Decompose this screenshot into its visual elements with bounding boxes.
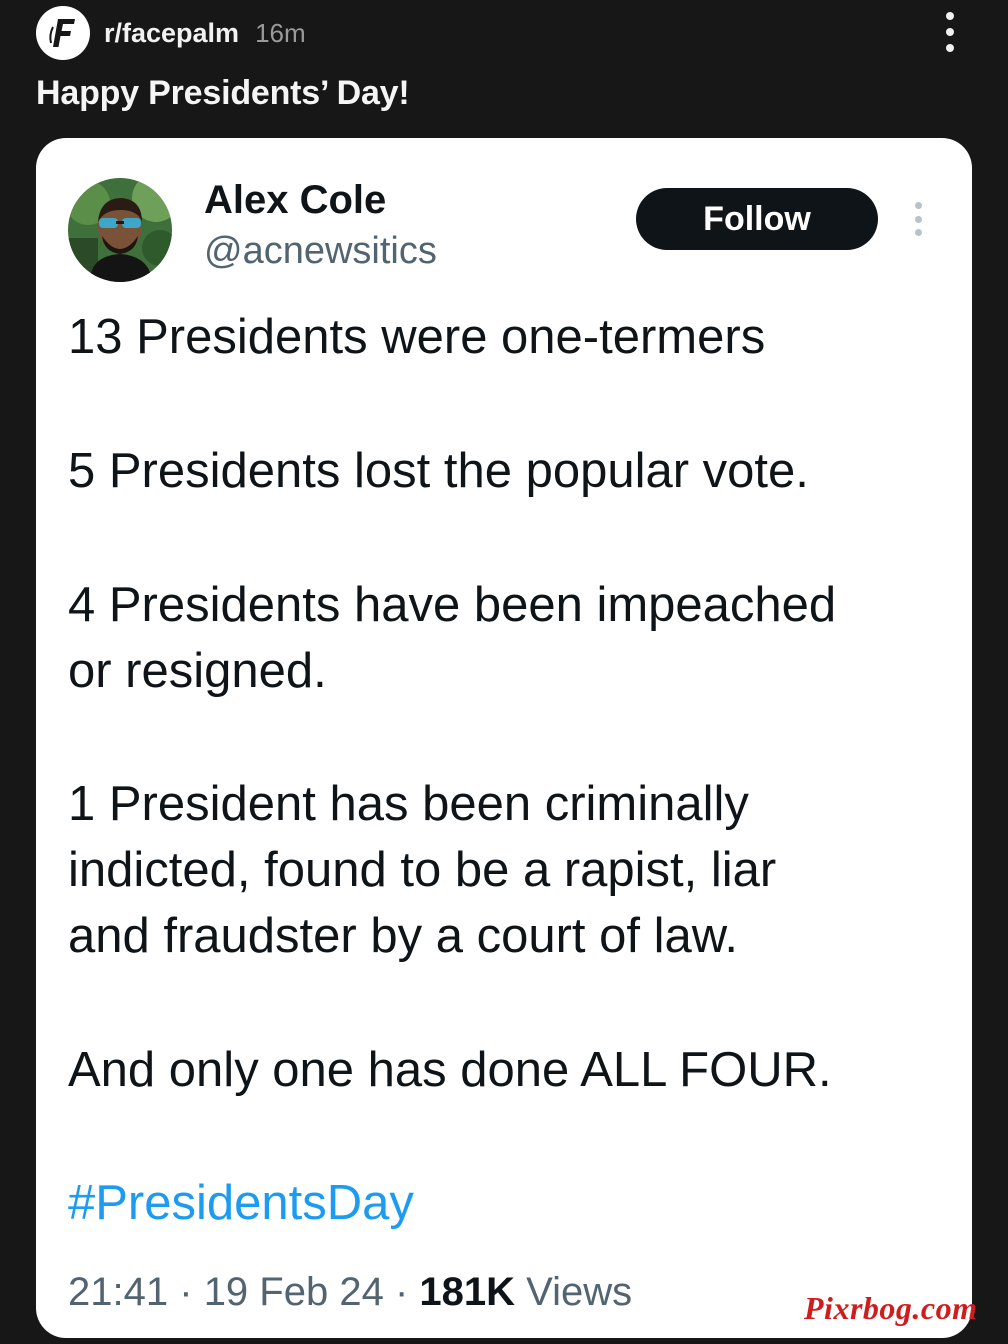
tweet-paragraph-2: 5 Presidents lost the popular vote. xyxy=(68,438,809,504)
tweet-card[interactable]: Alex Cole @acnewsitics Follow 13 Preside… xyxy=(36,138,972,1338)
post-title[interactable]: Happy Presidents’ Day! xyxy=(36,74,410,113)
tweet-more-icon[interactable] xyxy=(915,202,923,236)
tweet-line: and fraudster by a court of law. xyxy=(68,909,739,963)
tweet-line: or resigned. xyxy=(68,644,327,698)
tweet-paragraph-4: 1 President has been criminally indicted… xyxy=(68,771,776,969)
watermark: Pixrbog.com xyxy=(804,1290,978,1326)
subreddit-name[interactable]: r/facepalm xyxy=(104,18,239,49)
tweet-paragraph-5: And only one has done ALL FOUR. xyxy=(68,1037,832,1103)
meta-separator: · xyxy=(394,1270,409,1314)
tweet-line: 1 President has been criminally xyxy=(68,777,749,831)
tweet-date[interactable]: 19 Feb 24 xyxy=(204,1270,384,1314)
subreddit-icon[interactable] xyxy=(36,6,90,60)
hashtag-link[interactable]: #PresidentsDay xyxy=(68,1170,414,1236)
tweet-time[interactable]: 21:41 xyxy=(68,1270,168,1314)
tweet-paragraph-1: 13 Presidents were one-termers xyxy=(68,304,765,370)
tweet-paragraph-3: 4 Presidents have been impeached or resi… xyxy=(68,572,836,704)
follow-button[interactable]: Follow xyxy=(636,188,878,250)
views-count: 181K xyxy=(419,1270,516,1314)
tweet-line: 5 Presidents lost the popular vote. xyxy=(68,444,809,498)
avatar[interactable] xyxy=(68,178,172,282)
facepalm-f-logo-icon xyxy=(49,19,75,47)
tweet-line: And only one has done ALL FOUR. xyxy=(68,1043,832,1097)
tweet-line: 4 Presidents have been impeached xyxy=(68,578,837,632)
kebab-menu-icon[interactable] xyxy=(936,12,964,52)
tweet-line: 13 Presidents were one-termers xyxy=(68,310,766,364)
views-label: Views xyxy=(526,1270,633,1314)
author-handle[interactable]: @acnewsitics xyxy=(204,230,437,273)
author-name[interactable]: Alex Cole xyxy=(204,178,386,223)
post-age: 16m xyxy=(255,17,306,48)
tweet-line: indicted, found to be a rapist, liar xyxy=(68,843,777,897)
tweet-meta: 21:41 · 19 Feb 24 · 181K Views xyxy=(68,1270,632,1315)
post-header: r/facepalm 16m xyxy=(36,6,306,60)
reddit-post-view: r/facepalm 16m Happy Presidents’ Day! Al… xyxy=(0,0,1008,1344)
meta-separator: · xyxy=(179,1270,193,1314)
